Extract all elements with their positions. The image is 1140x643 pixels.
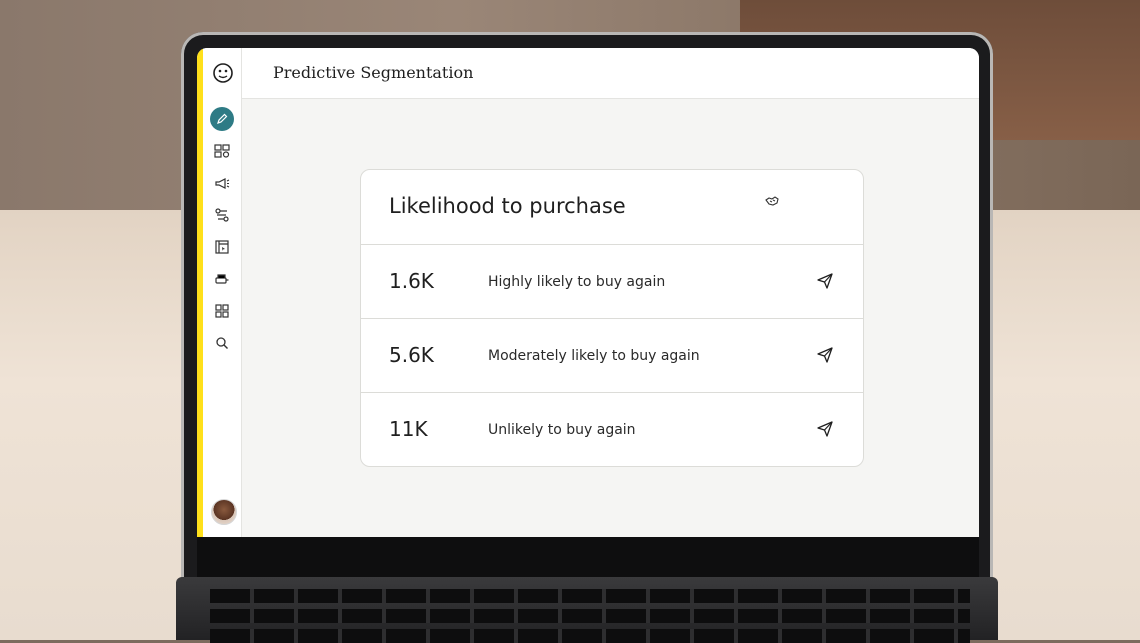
send-icon	[817, 421, 833, 437]
send-campaign-button[interactable]	[815, 419, 835, 439]
audience-icon	[214, 144, 230, 158]
sidebar-item-website[interactable]	[214, 239, 230, 255]
page-title: Predictive Segmentation	[273, 63, 474, 82]
card-header: Likelihood to purchase	[361, 170, 863, 245]
top-bar: Predictive Segmentation	[242, 48, 979, 99]
send-campaign-button[interactable]	[815, 345, 835, 365]
mailchimp-logo-icon[interactable]	[212, 62, 234, 84]
sidebar-item-create[interactable]	[210, 107, 234, 131]
send-icon	[817, 273, 833, 289]
keyboard-row	[210, 589, 970, 603]
card-title: Likelihood to purchase	[389, 194, 626, 218]
segment-row[interactable]: 11K Unlikely to buy again	[361, 392, 863, 466]
pencil-icon	[217, 113, 228, 124]
integrations-grid-icon	[215, 304, 229, 318]
sidebar-item-search[interactable]	[214, 335, 230, 351]
search-icon	[216, 337, 228, 349]
segment-label: Unlikely to buy again	[488, 422, 636, 438]
sidebar-item-automations[interactable]	[214, 207, 230, 223]
likelihood-card: Likelihood to purchase 1.6K Highly likel…	[360, 169, 864, 467]
content-icon	[215, 274, 229, 284]
app-screen: Predictive Segmentation Likelihood to pu…	[197, 48, 979, 537]
segment-count: 11K	[389, 417, 428, 441]
sidebar-item-campaigns[interactable]	[214, 175, 230, 191]
send-campaign-button[interactable]	[815, 271, 835, 291]
sidebar-item-content[interactable]	[214, 271, 230, 287]
segment-count: 1.6K	[389, 269, 434, 293]
segment-count: 5.6K	[389, 343, 434, 367]
user-avatar[interactable]	[211, 499, 237, 525]
automation-icon	[215, 208, 229, 222]
laptop-keyboard	[176, 577, 998, 643]
segment-row[interactable]: 1.6K Highly likely to buy again	[361, 244, 863, 319]
sidebar-item-audience[interactable]	[214, 143, 230, 159]
laptop-bezel	[197, 537, 979, 577]
segment-label: Moderately likely to buy again	[488, 348, 700, 364]
segment-row[interactable]: 5.6K Moderately likely to buy again	[361, 318, 863, 393]
website-icon	[215, 240, 229, 254]
segment-label: Highly likely to buy again	[488, 274, 666, 290]
keyboard-row	[210, 609, 970, 623]
send-icon	[817, 347, 833, 363]
sidebar-item-integrations[interactable]	[214, 303, 230, 319]
sidebar	[203, 48, 242, 537]
megaphone-icon	[215, 178, 230, 189]
keyboard-row	[210, 629, 970, 643]
cursor-hand-icon	[763, 192, 781, 210]
